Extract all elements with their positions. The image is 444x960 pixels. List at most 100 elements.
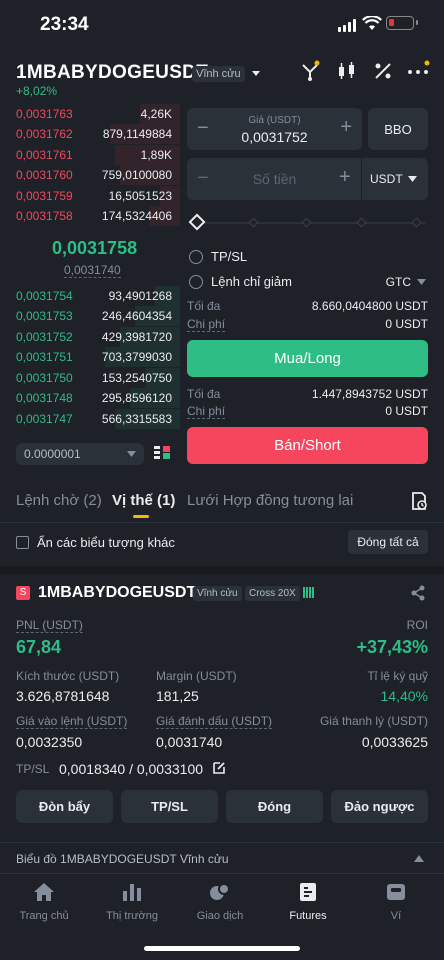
ask-row[interactable]: 0,0031763 4,26K bbox=[0, 104, 180, 124]
reduce-only-checkbox[interactable]: Lệnh chỉ giảm bbox=[189, 274, 292, 289]
price-change: +8,02% bbox=[16, 84, 58, 98]
caret-down-icon bbox=[407, 176, 417, 182]
amount-unit-select[interactable]: USDT bbox=[370, 172, 417, 186]
buy-long-button[interactable]: Mua/Long bbox=[187, 340, 428, 377]
contract-tag: Vĩnh cửu bbox=[192, 66, 245, 82]
bbo-button[interactable]: BBO bbox=[368, 108, 428, 150]
tpsl-label: TP/SL bbox=[211, 249, 248, 264]
tab-futures-grid[interactable]: Lưới Hợp đồng tương lai bbox=[187, 492, 353, 509]
short-side-badge: S bbox=[16, 586, 30, 600]
nav-futures[interactable]: Futures bbox=[264, 880, 352, 922]
minus-icon[interactable]: − bbox=[197, 167, 209, 190]
buy-max-label: Tối đa bbox=[187, 299, 221, 313]
slider-tick bbox=[411, 217, 422, 228]
bid-row[interactable]: 0,0031754 93,4901268 bbox=[0, 286, 180, 306]
home-icon bbox=[34, 883, 54, 901]
bid-row[interactable]: 0,0031751 703,3799030 bbox=[0, 347, 180, 367]
tif-select[interactable]: GTC bbox=[386, 275, 426, 289]
plus-icon[interactable]: + bbox=[339, 166, 351, 189]
bid-row[interactable]: 0,0031747 566,3315583 bbox=[0, 409, 180, 429]
section-separator bbox=[0, 566, 444, 574]
signal-icon bbox=[338, 18, 356, 32]
nav-home[interactable]: Trang chủ bbox=[0, 880, 88, 922]
hide-other-symbols-checkbox[interactable]: Ẩn các biểu tượng khác bbox=[16, 535, 175, 550]
percent-calculator-icon[interactable] bbox=[372, 60, 394, 82]
sell-max-value: 1.447,8943752 USDT bbox=[311, 387, 428, 401]
margin-ratio-label: Tỉ lệ ký quỹ bbox=[367, 669, 428, 683]
orderbook-layout-icon[interactable] bbox=[154, 446, 170, 462]
tab-positions[interactable]: Vị thế (1) bbox=[112, 492, 175, 509]
caret-up-icon[interactable] bbox=[414, 855, 424, 862]
symbol-title[interactable]: 1MBABYDOGEUSDT bbox=[16, 62, 208, 84]
battery-icon bbox=[386, 16, 418, 30]
last-price: 0,0031758 bbox=[52, 238, 138, 258]
margin-level-icon bbox=[303, 587, 314, 598]
tab-open-orders[interactable]: Lệnh chờ (2) bbox=[16, 492, 102, 509]
wifi-icon bbox=[362, 16, 382, 30]
precision-select[interactable]: 0.0000001 bbox=[16, 443, 144, 465]
position-contract-tag: Vĩnh cửu bbox=[193, 586, 242, 601]
position-symbol[interactable]: 1MBABYDOGEUSDT bbox=[38, 584, 196, 602]
candlestick-icon[interactable] bbox=[336, 60, 358, 82]
slider-tick bbox=[301, 217, 312, 228]
reduce-only-label: Lệnh chỉ giảm bbox=[211, 274, 292, 289]
edit-icon[interactable] bbox=[212, 761, 226, 775]
leverage-button[interactable]: Đòn bẩy bbox=[16, 790, 113, 823]
ask-row[interactable]: 0,0031758 174,5324406 bbox=[0, 206, 180, 226]
close-position-button[interactable]: Đóng bbox=[226, 790, 323, 823]
contract-selector[interactable]: Vĩnh cửu bbox=[192, 66, 261, 82]
hide-other-symbols-label: Ẩn các biểu tượng khác bbox=[37, 535, 175, 550]
position-margin-tag: Cross 20X bbox=[245, 586, 300, 601]
sell-short-button[interactable]: Bán/Short bbox=[187, 427, 428, 464]
nav-wallet[interactable]: Ví bbox=[352, 880, 440, 922]
ask-row[interactable]: 0,0031762 879,1149884 bbox=[0, 124, 180, 144]
plus-icon[interactable]: + bbox=[340, 116, 352, 139]
size-label: Kích thước (USDT) bbox=[16, 669, 120, 683]
tpsl-checkbox[interactable]: TP/SL bbox=[189, 249, 247, 264]
roi-value: +37,43% bbox=[356, 637, 428, 657]
chart-bar-label[interactable]: Biểu đồ 1MBABYDOGEUSDT Vĩnh cửu bbox=[16, 852, 229, 866]
buy-max-value: 8.660,0404800 USDT bbox=[311, 299, 428, 313]
sell-max-label: Tối đa bbox=[187, 387, 221, 401]
caret-down-icon bbox=[417, 279, 426, 285]
history-icon[interactable] bbox=[410, 492, 428, 510]
ask-row[interactable]: 0,0031761 1,89K bbox=[0, 145, 180, 165]
status-bar: 23:34 bbox=[0, 0, 444, 48]
nav-markets[interactable]: Thị trường bbox=[88, 880, 176, 922]
ask-row[interactable]: 0,0031760 759,0100080 bbox=[0, 165, 180, 185]
amount-unit: USDT bbox=[370, 172, 403, 186]
nav-trade[interactable]: Giao dịch bbox=[176, 880, 264, 922]
caret-down-icon bbox=[127, 451, 136, 457]
more-icon[interactable] bbox=[406, 60, 430, 82]
ask-row[interactable]: 0,0031759 16,5051523 bbox=[0, 186, 180, 206]
strategy-icon[interactable] bbox=[300, 60, 320, 82]
share-icon[interactable] bbox=[410, 585, 426, 601]
position-tpsl-button[interactable]: TP/SL bbox=[121, 790, 218, 823]
close-all-button[interactable]: Đóng tất cả bbox=[348, 530, 428, 554]
buy-cost-value: 0 USDT bbox=[385, 317, 428, 331]
margin-ratio-value: 14,40% bbox=[380, 688, 428, 704]
bid-row[interactable]: 0,0031753 246,4604354 bbox=[0, 306, 180, 326]
trade-icon bbox=[210, 883, 230, 900]
amount-input[interactable]: − Số tiền + USDT bbox=[187, 158, 428, 200]
slider-tick bbox=[248, 217, 259, 228]
liq-price-value: 0,0033625 bbox=[361, 734, 428, 750]
price-value: 0,0031752 bbox=[241, 129, 308, 145]
status-time: 23:34 bbox=[40, 14, 89, 35]
checkbox-icon bbox=[16, 536, 29, 549]
reverse-position-button[interactable]: Đảo ngược bbox=[331, 790, 428, 823]
caret-down-icon bbox=[251, 71, 260, 76]
slider-handle[interactable] bbox=[188, 213, 206, 231]
bid-row[interactable]: 0,0031750 153,2540750 bbox=[0, 368, 180, 388]
price-input[interactable]: − Giá (USDT) 0,0031752 + bbox=[187, 108, 362, 150]
sell-cost-label: Chi phí bbox=[187, 404, 226, 419]
margin-value: 181,25 bbox=[156, 688, 199, 704]
margin-label: Margin (USDT) bbox=[156, 669, 237, 683]
mark-price-label: Giá đánh dấu (USDT) bbox=[156, 714, 273, 729]
bid-row[interactable]: 0,0031752 429,3981720 bbox=[0, 327, 180, 347]
buy-cost-label: Chi phí bbox=[187, 317, 226, 332]
nav-home-label: Trang chủ bbox=[19, 910, 69, 922]
bid-row[interactable]: 0,0031748 295,8596120 bbox=[0, 388, 180, 408]
precision-value: 0.0000001 bbox=[24, 447, 81, 461]
mark-price: 0,0031740 bbox=[64, 263, 121, 278]
